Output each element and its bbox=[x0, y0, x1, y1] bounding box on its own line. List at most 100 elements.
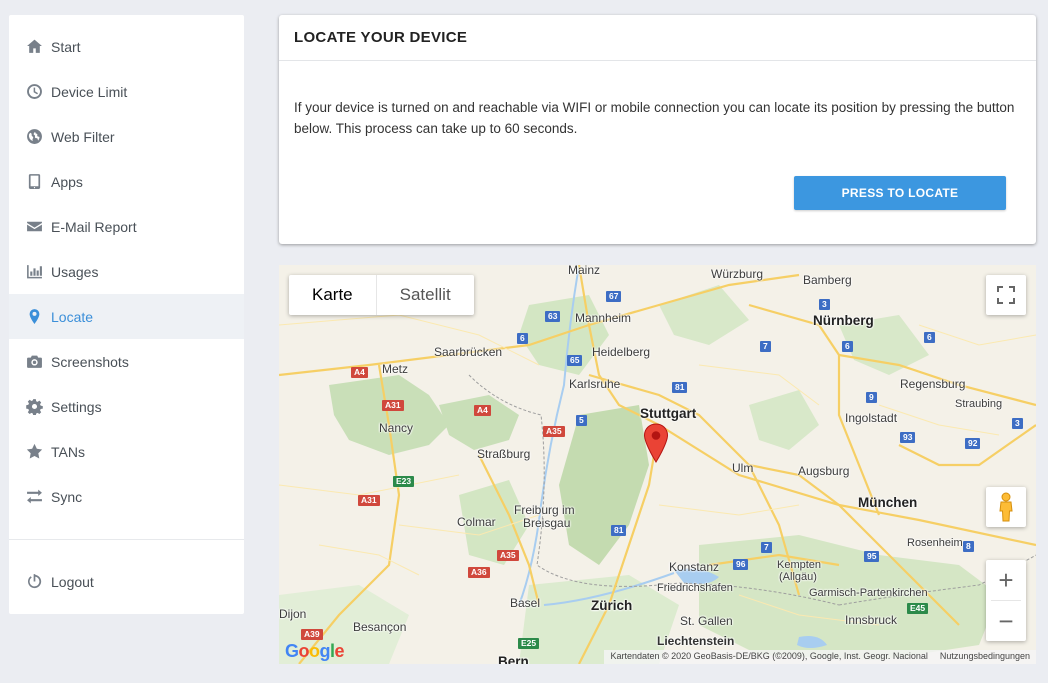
road-shield: 8 bbox=[963, 541, 974, 552]
road-shield: 81 bbox=[672, 382, 688, 393]
road-shield: 7 bbox=[760, 341, 771, 352]
sidebar-divider bbox=[9, 539, 244, 540]
attribution-text: Kartendaten © 2020 GeoBasis-DE/BKG (©200… bbox=[610, 651, 928, 661]
location-pin-icon[interactable] bbox=[643, 423, 669, 463]
map-attribution: Kartendaten © 2020 GeoBasis-DE/BKG (©200… bbox=[604, 650, 1036, 664]
sidebar-item-device-limit[interactable]: Device Limit bbox=[9, 69, 244, 114]
star-icon bbox=[25, 443, 43, 461]
terms-link[interactable]: Nutzungsbedingungen bbox=[940, 651, 1030, 663]
bar-chart-icon bbox=[25, 263, 43, 281]
sidebar-item-label: Start bbox=[51, 38, 81, 55]
sidebar-item-tans[interactable]: TANs bbox=[9, 429, 244, 474]
sidebar-item-label: TANs bbox=[51, 443, 85, 460]
place-label: Mannheim bbox=[575, 311, 632, 325]
sidebar-item-start[interactable]: Start bbox=[9, 24, 244, 69]
place-label: (Allgäu) bbox=[779, 571, 817, 583]
road-shield: A36 bbox=[468, 567, 490, 578]
road-shield: 81 bbox=[611, 525, 627, 536]
sidebar-item-email-report[interactable]: E-Mail Report bbox=[9, 204, 244, 249]
road-shield: 67 bbox=[606, 291, 622, 302]
place-label: Basel bbox=[510, 596, 541, 610]
road-shield: 96 bbox=[733, 559, 749, 570]
place-label: Garmisch-Partenkirchen bbox=[809, 587, 928, 599]
map-view[interactable]: Mainz Würzburg Bamberg Mannheim Nürnberg… bbox=[279, 265, 1036, 664]
sidebar-item-label: Sync bbox=[51, 488, 83, 505]
sidebar-item-label: Web Filter bbox=[51, 128, 115, 145]
logout-button[interactable]: Logout bbox=[9, 559, 244, 604]
pegman-icon bbox=[999, 492, 1013, 522]
sidebar-nav: Start Device Limit Web Filter Apps E-Mai… bbox=[9, 15, 244, 519]
gear-icon bbox=[25, 398, 43, 416]
road-shield: 65 bbox=[567, 355, 583, 366]
place-label: Nancy bbox=[379, 421, 414, 435]
sidebar-item-label: E-Mail Report bbox=[51, 218, 137, 235]
zoom-control: + − bbox=[986, 560, 1026, 641]
street-view-button[interactable] bbox=[986, 487, 1026, 527]
power-icon bbox=[25, 573, 43, 591]
map-type-karte-button[interactable]: Karte bbox=[289, 275, 377, 315]
map-type-toggle: Karte Satellit bbox=[289, 275, 474, 315]
road-shield: A31 bbox=[358, 495, 380, 506]
tablet-icon bbox=[25, 173, 43, 191]
sync-arrows-icon bbox=[25, 488, 43, 506]
road-shield: E23 bbox=[393, 476, 415, 487]
sidebar-item-settings[interactable]: Settings bbox=[9, 384, 244, 429]
sidebar-item-usages[interactable]: Usages bbox=[9, 249, 244, 294]
road-shield: A31 bbox=[382, 400, 404, 411]
place-label: Zürich bbox=[591, 598, 633, 613]
place-label: Kempten bbox=[777, 559, 822, 571]
road-shield: 3 bbox=[1012, 418, 1023, 429]
place-label: Karlsruhe bbox=[569, 377, 621, 391]
road-shield: E45 bbox=[907, 603, 929, 614]
road-shield: 95 bbox=[864, 551, 880, 562]
zoom-in-button[interactable]: + bbox=[986, 560, 1026, 600]
sidebar-item-label: Device Limit bbox=[51, 83, 128, 100]
place-label: Straßburg bbox=[477, 447, 531, 461]
sidebar-item-label: Settings bbox=[51, 398, 102, 415]
place-label: München bbox=[858, 495, 918, 510]
place-label: Würzburg bbox=[711, 267, 764, 281]
place-label: Regensburg bbox=[900, 377, 966, 391]
place-label: Mainz bbox=[568, 265, 601, 277]
place-label: Saarbrücken bbox=[434, 345, 503, 359]
road-shield: 3 bbox=[819, 299, 830, 310]
locate-card: LOCATE YOUR DEVICE If your device is tur… bbox=[279, 15, 1036, 244]
place-label: Konstanz bbox=[669, 560, 720, 574]
envelope-icon bbox=[25, 218, 43, 236]
zoom-out-button[interactable]: − bbox=[986, 601, 1026, 641]
place-label: Colmar bbox=[457, 515, 496, 529]
place-label: Nürnberg bbox=[813, 313, 874, 328]
road-shield: 92 bbox=[965, 438, 981, 449]
camera-icon bbox=[25, 353, 43, 371]
google-logo: Google bbox=[285, 641, 345, 661]
fullscreen-button[interactable] bbox=[986, 275, 1026, 315]
place-label: Friedrichshafen bbox=[657, 582, 733, 594]
map-type-satellit-button[interactable]: Satellit bbox=[377, 275, 474, 315]
road-shield: 93 bbox=[900, 432, 916, 443]
place-label: Bamberg bbox=[803, 273, 852, 287]
place-label: Augsburg bbox=[798, 464, 850, 478]
road-shield: A4 bbox=[351, 367, 368, 378]
sidebar-item-sync[interactable]: Sync bbox=[9, 474, 244, 519]
road-shield: E25 bbox=[518, 638, 540, 649]
road-shield: A4 bbox=[474, 405, 491, 416]
sidebar-item-screenshots[interactable]: Screenshots bbox=[9, 339, 244, 384]
road-shield: 63 bbox=[545, 311, 561, 322]
sidebar-item-locate[interactable]: Locate bbox=[9, 294, 244, 339]
sidebar-item-label: Usages bbox=[51, 263, 99, 280]
sidebar-item-apps[interactable]: Apps bbox=[9, 159, 244, 204]
road-shield: 6 bbox=[924, 332, 935, 343]
clock-icon bbox=[25, 83, 43, 101]
place-label: Bern bbox=[498, 654, 529, 664]
place-label: Straubing bbox=[955, 398, 1003, 410]
road-shield: A39 bbox=[301, 629, 323, 640]
sidebar-item-web-filter[interactable]: Web Filter bbox=[9, 114, 244, 159]
sidebar-item-label: Screenshots bbox=[51, 353, 129, 370]
press-to-locate-button[interactable]: PRESS TO LOCATE bbox=[794, 176, 1006, 210]
road-shield: A35 bbox=[497, 550, 519, 561]
place-label: Ingolstadt bbox=[845, 411, 898, 425]
place-label: Metz bbox=[382, 362, 409, 376]
place-label: Ulm bbox=[732, 461, 754, 475]
place-label: Stuttgart bbox=[640, 406, 697, 421]
place-label: Heidelberg bbox=[592, 345, 651, 359]
